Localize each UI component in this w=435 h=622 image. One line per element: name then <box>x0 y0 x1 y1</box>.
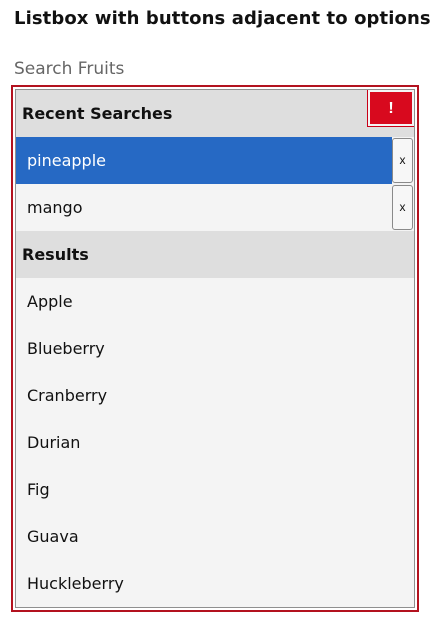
option-blueberry[interactable]: Blueberry <box>16 325 392 372</box>
option-cranberry[interactable]: Cranberry <box>16 372 392 419</box>
page-title: Listbox with buttons adjacent to options <box>14 8 431 29</box>
listbox-focus-outline: Recent Searches ! pineapple x mango x Re… <box>11 85 419 612</box>
results-group-header: Results <box>16 231 414 278</box>
remove-pineapple-button[interactable]: x <box>392 138 413 183</box>
fruit-listbox[interactable]: Recent Searches ! pineapple x mango x Re… <box>15 89 415 608</box>
option-apple[interactable]: Apple <box>16 278 392 325</box>
option-guava[interactable]: Guava <box>16 513 392 560</box>
option-fig[interactable]: Fig <box>16 466 392 513</box>
search-fruits-label: Search Fruits <box>14 59 125 79</box>
exclamation-icon[interactable]: ! <box>367 90 414 127</box>
recent-searches-group-header: Recent Searches <box>16 90 414 137</box>
option-huckleberry[interactable]: Huckleberry <box>16 560 392 607</box>
recent-option-mango[interactable]: mango <box>16 184 392 231</box>
remove-mango-button[interactable]: x <box>392 185 413 230</box>
recent-option-pineapple[interactable]: pineapple <box>16 137 392 184</box>
page: Listbox with buttons adjacent to options… <box>0 0 435 622</box>
option-durian[interactable]: Durian <box>16 419 392 466</box>
